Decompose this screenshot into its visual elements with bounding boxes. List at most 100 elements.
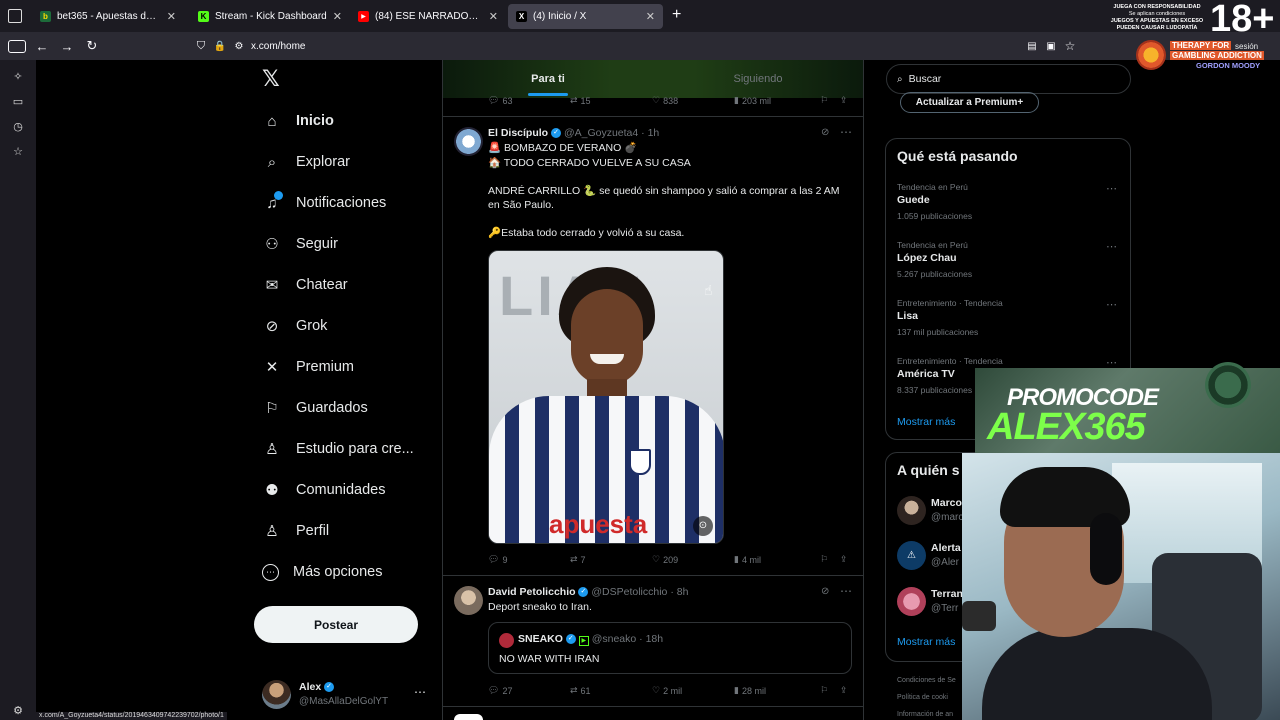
reply-button[interactable]: 💬︎ 63 — [488, 95, 570, 106]
more-options-icon[interactable]: ⋯ — [840, 584, 852, 598]
nav-item-premium[interactable]: ✕ Premium — [262, 352, 354, 382]
avatar[interactable] — [897, 587, 926, 616]
address-bar[interactable]: x.com/home — [251, 36, 1151, 56]
account-switcher[interactable]: Alex ✓ @MasAllaDelGolYT ⋯ — [262, 679, 432, 711]
post-button[interactable]: Postear — [254, 606, 418, 643]
quote-tweet[interactable]: SNEAKO ✓ ▶ @sneako · 18h NO WAR WITH IRA… — [488, 622, 852, 674]
browser-tab-youtube[interactable]: ▶ (84) ESE NARRADOR 😂 #perú ✕ — [350, 4, 506, 29]
author-handle[interactable]: @A_Goyzueta4 — [564, 127, 638, 139]
more-options-icon[interactable]: ⋯ — [414, 685, 426, 699]
bookmark-button[interactable]: ⚐ — [820, 685, 840, 696]
ai-chat-icon[interactable]: ✧ — [10, 68, 26, 84]
tab-para-ti[interactable]: Para ti — [443, 60, 653, 98]
nav-item-mas-opciones[interactable]: ⋯ Más opciones — [262, 557, 382, 587]
bookmark-star-icon[interactable]: ☆ — [1062, 38, 1078, 54]
screenshot-icon[interactable]: ▣ — [1043, 38, 1059, 54]
like-button[interactable]: ♡ 2 mil — [652, 685, 734, 696]
avatar[interactable]: ⚠ — [897, 541, 926, 570]
bookmarks-icon[interactable]: ☆ — [10, 143, 26, 159]
trend-item[interactable]: López Chau — [897, 252, 957, 264]
views-button[interactable]: ▮ 203 mil — [734, 95, 820, 106]
avatar[interactable] — [897, 496, 926, 525]
avatar[interactable] — [454, 127, 483, 156]
forward-icon[interactable]: → — [59, 38, 75, 54]
footer-link[interactable]: Información de an — [897, 711, 953, 718]
new-tab-icon[interactable]: + — [672, 6, 681, 24]
suggested-name[interactable]: Alerta — [931, 542, 961, 554]
author-name[interactable]: David Petolicchio — [488, 586, 576, 598]
tweet[interactable]: El Discípulo ✓ @A_Goyzueta4 · 1h ⊘ ⋯ 🚨 B… — [443, 117, 863, 575]
show-more-link[interactable]: Mostrar más — [897, 416, 955, 428]
nav-item-inicio[interactable]: ⌂ Inicio — [262, 106, 333, 136]
permissions-icon[interactable]: ⚙ — [231, 38, 247, 54]
suggested-name[interactable]: Terran — [931, 588, 963, 600]
nav-item-seguir[interactable]: ⚇ Seguir — [262, 229, 338, 259]
grok-icon[interactable]: ⊘ — [821, 127, 829, 138]
grok-icon[interactable]: ⊘ — [821, 586, 829, 597]
footer-link[interactable]: Condiciones de Se — [897, 677, 956, 684]
sidebar-toggle-icon[interactable] — [8, 40, 26, 53]
trend-item[interactable]: Guede — [897, 194, 930, 206]
reload-icon[interactable]: ↻ — [84, 38, 100, 54]
who-to-follow-title: A quién s — [897, 462, 960, 478]
close-icon[interactable]: ✕ — [333, 10, 342, 23]
search-icon: ⌕ — [897, 73, 903, 85]
avatar[interactable] — [454, 714, 483, 720]
nav-item-comunidades[interactable]: ⚉ Comunidades — [262, 475, 385, 505]
x-logo-icon[interactable]: 𝕏 — [262, 68, 284, 90]
repost-button[interactable]: ⇄ 7 — [570, 554, 652, 565]
shield-icon[interactable]: ⛉ — [193, 38, 209, 54]
grok-image-icon[interactable]: ⊙ — [693, 516, 713, 536]
back-icon[interactable]: ← — [34, 38, 50, 54]
share-button[interactable]: ⇪ — [840, 685, 848, 696]
nav-item-estudio[interactable]: ♙ Estudio para cre... — [262, 434, 413, 464]
more-options-icon[interactable]: ⋯ — [840, 125, 852, 139]
repost-button[interactable]: ⇄ 15 — [570, 95, 652, 106]
nav-item-explorar[interactable]: ⌕ Explorar — [262, 147, 350, 177]
share-button[interactable]: ⇪ — [840, 95, 848, 106]
nav-item-grok[interactable]: ⊘ Grok — [262, 311, 328, 341]
bookmark-button[interactable]: ⚐ — [820, 554, 840, 565]
tweet-time[interactable]: 8h — [677, 586, 689, 598]
search-input[interactable]: ⌕ Buscar — [886, 64, 1131, 94]
views-button[interactable]: ▮ 28 mil — [734, 685, 820, 696]
tweet-time[interactable]: 1h — [648, 127, 660, 139]
browser-tab-bet365[interactable]: b bet365 - Apuestas deportivas e ✕ — [32, 4, 184, 29]
footer-link[interactable]: Política de cooki — [897, 694, 948, 701]
like-button[interactable]: ♡ 209 — [652, 554, 734, 565]
close-icon[interactable]: ✕ — [489, 10, 498, 23]
tab-siguiendo[interactable]: Siguiendo — [653, 60, 863, 98]
trend-item[interactable]: Lisa — [897, 310, 918, 322]
history-icon[interactable]: ◷ — [10, 118, 26, 134]
author-handle[interactable]: @DSPetolicchio — [591, 586, 667, 598]
author-name[interactable]: El Discípulo — [488, 127, 548, 139]
more-options-icon[interactable]: ⋯ — [1106, 182, 1117, 195]
tab-list-icon[interactable] — [8, 9, 22, 23]
browser-tab-kick[interactable]: K Stream - Kick Dashboard ✕ — [190, 4, 350, 29]
reply-button[interactable]: 💬︎ 27 — [488, 685, 570, 696]
tweet-image[interactable]: LIAN apuesta ⊙ — [488, 250, 724, 544]
nav-item-chatear[interactable]: ✉ Chatear — [262, 270, 348, 300]
trend-item[interactable]: América TV — [897, 368, 955, 380]
suggested-name[interactable]: Marco — [931, 497, 962, 509]
show-more-link[interactable]: Mostrar más — [897, 636, 955, 648]
more-options-icon[interactable]: ⋯ — [1106, 240, 1117, 253]
avatar[interactable] — [454, 586, 483, 615]
more-options-icon[interactable]: ⋯ — [1106, 298, 1117, 311]
views-button[interactable]: ▮ 4 mil — [734, 554, 820, 565]
nav-item-notificaciones[interactable]: ♫ Notificaciones — [262, 188, 386, 218]
nav-item-guardados[interactable]: ⚐ Guardados — [262, 393, 367, 423]
settings-icon[interactable]: ⚙ — [10, 702, 26, 718]
close-icon[interactable]: ✕ — [167, 10, 176, 23]
reader-view-icon[interactable]: ▤ — [1024, 38, 1040, 54]
premium-plus-button[interactable]: Actualizar a Premium+ — [900, 92, 1039, 113]
repost-button[interactable]: ⇄ 61 — [570, 685, 652, 696]
bookmark-button[interactable]: ⚐ — [820, 95, 840, 106]
reply-button[interactable]: 💬︎ 9 — [488, 554, 570, 565]
nav-item-perfil[interactable]: ♙ Perfil — [262, 516, 329, 546]
like-button[interactable]: ♡ 838 — [652, 95, 734, 106]
share-button[interactable]: ⇪ — [840, 554, 848, 565]
synced-tabs-icon[interactable]: ▭ — [10, 93, 26, 109]
close-icon[interactable]: ✕ — [646, 10, 655, 23]
browser-tab-x[interactable]: X (4) Inicio / X ✕ — [508, 4, 663, 29]
